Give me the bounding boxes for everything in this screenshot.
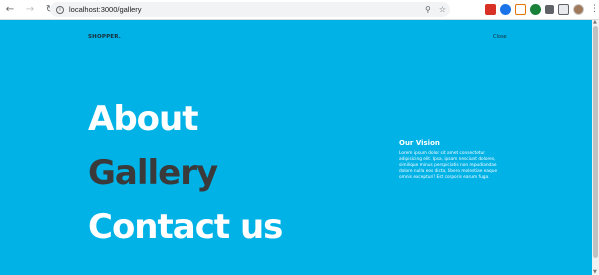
fullscreen-menu: About Gallery Contact us xyxy=(88,92,283,254)
vision-section: Our Vision Lorem ipsum dolor sit amet co… xyxy=(399,139,509,181)
address-bar[interactable]: i localhost:3000/gallery ⚲ ☆ xyxy=(50,2,450,17)
page-viewport: SHOPPER. Close About Gallery Contact us … xyxy=(0,20,592,275)
scroll-down-icon[interactable]: ▼ xyxy=(593,269,597,275)
extensions-puzzle-icon[interactable] xyxy=(545,5,554,14)
extension-blue-icon[interactable] xyxy=(500,4,511,15)
zoom-icon[interactable]: ⚲ xyxy=(425,4,431,15)
extension-green-icon[interactable] xyxy=(530,4,541,15)
menu-item-contact[interactable]: Contact us xyxy=(88,200,283,254)
browser-toolbar: ← → ↻ i localhost:3000/gallery ⚲ ☆ ⋮ xyxy=(0,0,599,20)
menu-item-about[interactable]: About xyxy=(88,92,282,146)
extension-orange-icon[interactable] xyxy=(515,4,526,15)
profile-avatar[interactable] xyxy=(573,4,584,15)
menu-item-gallery[interactable]: Gallery xyxy=(88,146,282,200)
bookmark-star-icon[interactable]: ☆ xyxy=(439,4,446,15)
page-scrollbar[interactable]: ▲ ▼ xyxy=(592,19,599,275)
browser-menu-icon[interactable]: ⋮ xyxy=(590,5,599,14)
url-text: localhost:3000/gallery xyxy=(69,5,142,14)
extension-list-icon[interactable] xyxy=(558,4,569,15)
brand-logo[interactable]: SHOPPER. xyxy=(88,34,121,40)
vision-title: Our Vision xyxy=(399,139,440,147)
extension-pdf-icon[interactable] xyxy=(485,4,496,15)
close-menu-button[interactable]: Close xyxy=(493,34,507,40)
vision-body: Lorem ipsum dolor sit amet consectetur a… xyxy=(399,151,498,180)
forward-icon[interactable]: → xyxy=(23,3,37,17)
site-info-icon[interactable]: i xyxy=(56,5,64,14)
scrollbar-thumb[interactable] xyxy=(593,26,598,258)
back-icon[interactable]: ← xyxy=(3,3,17,17)
scroll-up-icon[interactable]: ▲ xyxy=(593,19,597,25)
